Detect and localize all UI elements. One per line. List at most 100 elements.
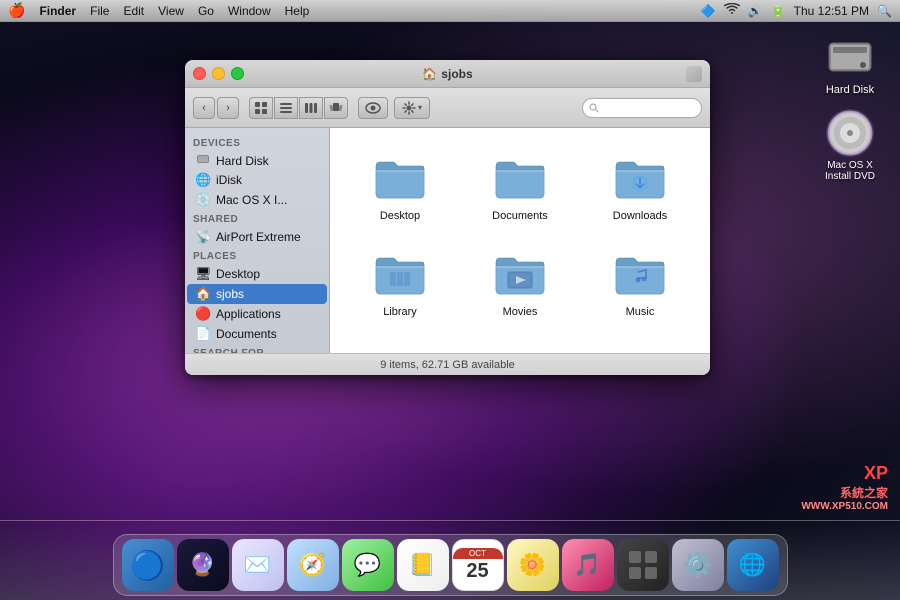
file-item-pictures[interactable]: Pictures [346,336,454,353]
dock-inner: 🔵 🔮 ✉️ 🧭 💬 📒 OCT 25 🌼 [113,534,788,596]
volume-icon: 🔊 [748,4,763,18]
public-folder-icon [492,342,548,353]
watermark: XP 系統之家 WWW.XP510.COM [801,463,888,512]
applications-label: Applications [216,307,281,321]
harddisk-label: Hard Disk [826,84,874,96]
sidebar-item-macosx[interactable]: 💿 Mac OS X I... [187,190,327,210]
dock-iphoto[interactable]: 🌼 [507,539,559,591]
sidebar-item-documents[interactable]: 📄 Documents [187,324,327,344]
file-item-downloads[interactable]: Downloads [586,144,694,228]
dock-systemprefs[interactable]: ⚙️ [672,539,724,591]
spotlight-icon[interactable]: 🔍 [877,4,892,18]
sidebar: DEVICES Hard Disk 🌐 iDisk 💿 Mac OS X I..… [185,128,330,353]
sidebar-item-sjobs[interactable]: 🏠 sjobs [187,284,327,304]
minimize-button[interactable] [212,67,225,80]
sjobs-label: sjobs [216,287,244,301]
music-file-label: Music [626,306,655,318]
dock-mail[interactable]: ✉️ [232,539,284,591]
dock-addressbook[interactable]: 📒 [397,539,449,591]
sidebar-item-harddisk[interactable]: Hard Disk [187,151,327,170]
menubar-time: Thu 12:51 PM [794,4,869,18]
wifi-icon [724,3,740,18]
airport-label: AirPort Extreme [216,230,301,244]
menubar-file[interactable]: File [90,4,109,18]
watermark-url: WWW.XP510.COM [801,501,888,512]
harddisk-sidebar-icon [195,153,211,168]
dock-dashboard[interactable]: 🔮 [177,539,229,591]
home-icon: 🏠 [422,67,437,81]
dock-ical[interactable]: OCT 25 [452,539,504,591]
action-button[interactable]: ▾ [394,97,430,119]
close-button[interactable] [193,67,206,80]
file-item-library[interactable]: Library [346,240,454,324]
back-button[interactable]: ‹ [193,97,215,119]
macosx-icon: 💿 [195,192,211,208]
menubar-edit[interactable]: Edit [123,4,144,18]
menubar-finder[interactable]: Finder [39,4,76,18]
list-view-button[interactable] [274,97,298,119]
sidebar-section-shared: SHARED [185,210,329,227]
forward-button[interactable]: › [217,97,239,119]
titlebar: 🏠 sjobs [185,60,710,88]
desktop-icon-dvd[interactable]: Mac OS X Install DVD [810,108,890,182]
view-buttons [249,97,348,119]
gear-arrow: ▾ [418,103,422,112]
coverflow-view-button[interactable] [324,97,348,119]
pictures-folder-icon [372,342,428,353]
idisk-icon: 🌐 [195,172,211,188]
search-box[interactable] [582,98,702,118]
resize-handle[interactable] [686,66,702,82]
icon-view-button[interactable] [249,97,273,119]
dock-finder[interactable]: 🔵 [122,539,174,591]
sidebar-section-devices: DEVICES [185,134,329,151]
menubar-help[interactable]: Help [285,4,310,18]
file-item-desktop[interactable]: Desktop [346,144,454,228]
sidebar-section-places: PLACES [185,247,329,264]
dock-safari[interactable]: 🧭 [287,539,339,591]
dock-internet[interactable]: 🌐 [727,539,779,591]
sidebar-item-airport[interactable]: 📡 AirPort Extreme [187,227,327,247]
documents-file-label: Documents [492,210,548,222]
sidebar-item-idisk[interactable]: 🌐 iDisk [187,170,327,190]
dock: 🔵 🔮 ✉️ 🧭 💬 📒 OCT 25 🌼 [0,520,900,600]
sites-folder-icon [612,342,668,353]
file-grid: Desktop Documents [338,144,702,353]
bluetooth-icon: 🔷 [701,4,716,18]
dock-expose[interactable] [617,539,669,591]
content-area: Desktop Documents [330,128,710,353]
documents-folder-icon [492,150,548,206]
file-item-music[interactable]: Music [586,240,694,324]
dock-itunes[interactable]: 🎵 [562,539,614,591]
file-item-public[interactable]: Public [466,336,574,353]
downloads-file-label: Downloads [613,210,667,222]
file-item-sites[interactable]: Sites [586,336,694,353]
column-view-button[interactable] [299,97,323,119]
desktop-sidebar-label: Desktop [216,267,260,281]
maximize-button[interactable] [231,67,244,80]
finder-window: 🏠 sjobs ‹ › [185,60,710,375]
sidebar-item-applications[interactable]: 🔴 Applications [187,304,327,324]
apple-menu[interactable]: 🍎 [8,2,25,19]
applications-icon: 🔴 [195,306,211,322]
desktop-sidebar-icon: 🖥 [195,266,211,282]
desktop-icon-harddisk[interactable]: Hard Disk [810,32,890,96]
documents-sidebar-icon: 📄 [195,326,211,342]
sidebar-item-desktop[interactable]: 🖥 Desktop [187,264,327,284]
downloads-folder-icon [612,150,668,206]
menubar-window[interactable]: Window [228,4,271,18]
dock-ichat[interactable]: 💬 [342,539,394,591]
macosx-label: Mac OS X I... [216,193,287,207]
file-item-documents[interactable]: Documents [466,144,574,228]
eye-button[interactable] [358,97,388,119]
status-text: 9 items, 62.71 GB available [380,359,515,371]
menubar-go[interactable]: Go [198,4,214,18]
statusbar: 9 items, 62.71 GB available [185,353,710,375]
file-item-movies[interactable]: Movies [466,240,574,324]
library-file-label: Library [383,306,417,318]
watermark-xp: XP [801,463,888,484]
menubar-view[interactable]: View [158,4,184,18]
harddisk-icon [825,32,875,82]
desktop-folder-icon [372,150,428,206]
watermark-sitename: 系統之家 [801,484,888,501]
window-controls [193,67,244,80]
